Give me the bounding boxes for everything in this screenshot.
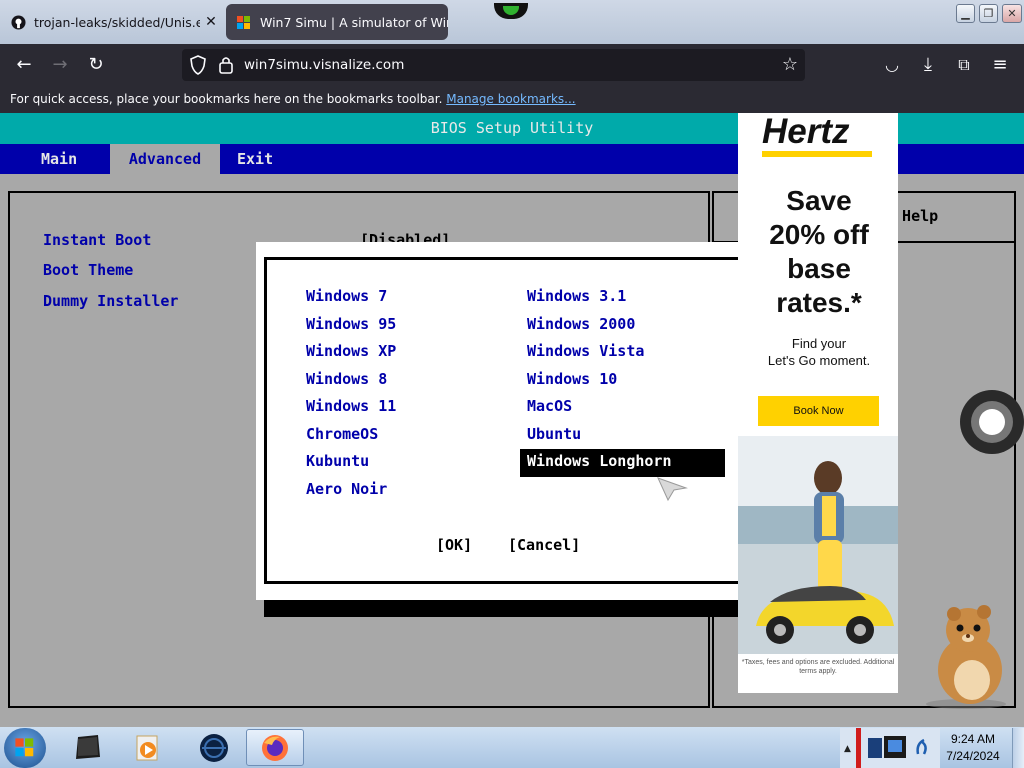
theme-option[interactable]: Windows 11 [306,397,396,415]
dialog-frame [264,257,760,584]
ad-subtext-line: Let's Go moment. [767,353,871,368]
ad-headline: Save 20% off base rates.* [744,184,894,320]
theme-option[interactable]: Windows 3.1 [527,287,626,305]
tray-indicator [856,728,861,768]
ad-headline-line: rates.* [776,287,862,318]
theme-option[interactable]: Ubuntu [527,425,581,443]
back-icon[interactable]: ← [13,54,35,76]
menu-icon[interactable]: ≡ [989,54,1011,76]
restore-icon[interactable]: ❐ [979,4,998,23]
bookmarks-toolbar: For quick access, place your bookmarks h… [0,86,1024,113]
tracking-shield-icon[interactable] [189,55,207,79]
forward-icon[interactable]: → [49,54,71,76]
manage-bookmarks-link[interactable]: Manage bookmarks... [446,92,575,106]
theme-option[interactable]: Windows 95 [306,315,396,333]
theme-option[interactable]: Windows 8 [306,370,387,388]
download-icon[interactable]: ⤓ [917,54,939,76]
taskbar-app-firefox-icon[interactable] [246,729,304,766]
pocket-icon[interactable]: ◡ [881,54,903,76]
theme-option[interactable]: Windows 10 [527,370,617,388]
theme-option[interactable]: Windows 2000 [527,315,635,333]
theme-option[interactable]: MacOS [527,397,572,415]
win7-icon [236,14,252,30]
ad-fineprint: *Taxes, fees and options are excluded. A… [741,659,895,675]
taskbar-app-computer-icon[interactable] [62,729,114,766]
bios-menu-main[interactable]: Main [41,144,77,174]
option-dummy-installer[interactable]: Dummy Installer [43,292,178,310]
bios-menu-advanced[interactable]: Advanced [110,144,220,174]
tab-title: Win7 Simu | A simulator of Win [260,14,448,30]
theme-option[interactable]: Kubuntu [306,452,369,470]
theme-option-selected-label[interactable]: Windows Longhorn [527,452,672,470]
floating-action-button[interactable] [960,390,1024,454]
hamster-mascot-icon[interactable] [920,600,1012,714]
book-now-button[interactable]: Book Now [758,396,879,426]
taskbar-app-globe-icon[interactable] [188,729,240,766]
github-icon [10,14,26,30]
browser-tab-github[interactable]: trojan-leaks/skidded/Unis.exe a ✕ [0,4,222,40]
hertz-logo-underline [762,151,872,157]
theme-option[interactable]: Aero Noir [306,480,387,498]
url-text: win7simu.visnalize.com [244,57,405,73]
taskbar-app-media-player-icon[interactable] [122,729,174,766]
extensions-icon[interactable]: ⧉ [953,54,975,76]
tray-device-icon[interactable] [866,734,910,766]
close-tab-icon[interactable]: ✕ [200,14,222,30]
show-desktop-button[interactable] [1012,728,1024,768]
close-window-icon[interactable]: ✕ [1002,4,1022,23]
theme-option[interactable]: Windows XP [306,342,396,360]
taskbar-clock[interactable]: 9:24 AM 7/24/2024 [940,731,1006,765]
theme-option[interactable]: Windows Vista [527,342,644,360]
theme-option[interactable]: ChromeOS [306,425,378,443]
ad-headline-line: 20% off [769,219,869,250]
bookmark-star-icon[interactable]: ☆ [779,54,801,76]
windows-logo-icon [15,738,34,757]
ad-headline-line: base [787,253,851,284]
mouse-cursor-icon [656,474,688,506]
lock-icon[interactable] [218,55,234,79]
reload-icon[interactable]: ↻ [85,54,107,76]
bookmarks-hint: For quick access, place your bookmarks h… [10,92,443,106]
ad-photo[interactable] [738,436,898,654]
network-icon[interactable] [914,736,932,762]
theme-option[interactable]: Windows 7 [306,287,387,305]
ad-headline-line: Save [786,185,852,216]
tab-title: trojan-leaks/skidded/Unis.exe a [34,14,200,30]
start-button[interactable] [4,728,46,768]
minimize-icon[interactable]: ▁ [956,4,975,23]
hertz-logo[interactable]: Hertz [762,112,850,152]
show-hidden-icons-icon[interactable]: ▲ [844,744,851,754]
cancel-button[interactable]: [Cancel] [508,536,580,554]
bios-menu-exit[interactable]: Exit [237,144,273,174]
ok-button[interactable]: [OK] [436,536,472,554]
clock-date: 7/24/2024 [946,749,1000,763]
ad-subtext-line: Find your [791,336,847,351]
option-boot-theme[interactable]: Boot Theme [43,261,133,279]
ad-subtext: Find your Let's Go moment. [744,335,894,369]
browser-tab-win7simu[interactable]: Win7 Simu | A simulator of Win [226,4,448,40]
option-instant-boot[interactable]: Instant Boot [43,231,151,249]
clock-time: 9:24 AM [950,732,996,746]
